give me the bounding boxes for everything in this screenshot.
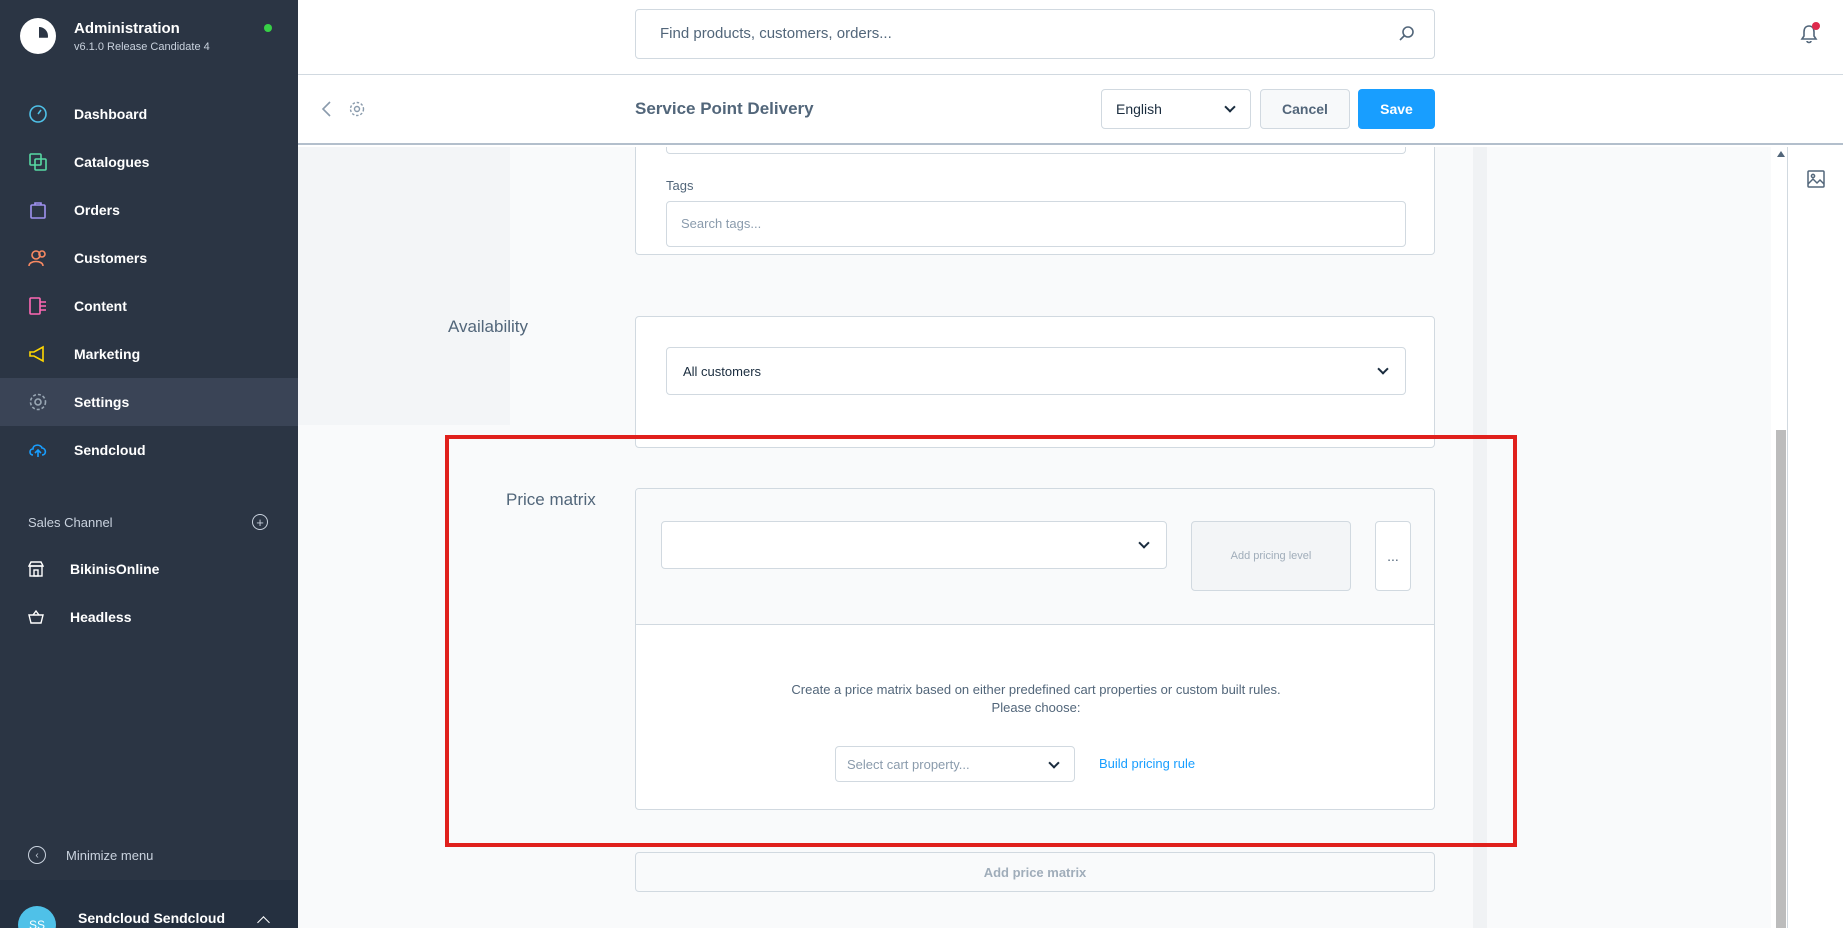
scroll-up-arrow-icon[interactable]	[1777, 151, 1785, 157]
availability-label: Availability	[448, 317, 529, 336]
page-title: Service Point Delivery	[635, 99, 814, 118]
brand-version: v6.1.0 Release Candidate 4	[74, 40, 210, 53]
smartbar: Service Point Delivery English Cancel Sa…	[298, 75, 1843, 145]
user-name: Sendcloud Sendcloud	[78, 910, 226, 926]
chevron-down-icon	[1377, 363, 1389, 375]
right-sidebar	[1787, 147, 1843, 928]
basket-icon	[28, 609, 44, 625]
sidebar-item-label: Marketing	[74, 346, 141, 362]
topbar	[298, 0, 1843, 75]
avatar: SS	[18, 906, 56, 928]
cancel-button[interactable]: Cancel	[1260, 89, 1350, 129]
ghost-overlay	[298, 147, 510, 425]
availability-rule-select[interactable]: All customers	[666, 347, 1406, 395]
chevron-left-icon[interactable]	[320, 100, 334, 118]
search-box[interactable]	[635, 9, 1435, 59]
chevron-left-icon: ‹	[28, 846, 46, 864]
status-dot-icon	[264, 24, 272, 32]
search-icon[interactable]	[1398, 25, 1416, 43]
image-icon[interactable]	[1806, 169, 1826, 189]
minimize-menu-button[interactable]: ‹ Minimize menu	[28, 846, 153, 864]
sidebar-item-label: Sendcloud	[74, 442, 146, 458]
sidebar-item-sendcloud[interactable]: Sendcloud	[0, 426, 298, 474]
sidebar-item-label: Settings	[74, 394, 130, 410]
sales-channel-label: Headless	[70, 609, 132, 625]
sidebar-item-content[interactable]: Content	[0, 282, 298, 330]
sidebar-item-marketing[interactable]: Marketing	[0, 330, 298, 378]
sidebar-item-customers[interactable]: Customers	[0, 234, 298, 282]
sales-channel-list: BikinisOnline Headless	[0, 545, 298, 641]
notification-badge	[1812, 22, 1820, 30]
sidebar-item-orders[interactable]: Orders	[0, 186, 298, 234]
sidebar-item-dashboard[interactable]: Dashboard	[0, 90, 298, 138]
sidebar-item-settings[interactable]: Settings	[0, 378, 298, 426]
sidebar-item-label: Customers	[74, 250, 148, 266]
storefront-icon	[28, 561, 44, 577]
brand[interactable]: Administration v6.1.0 Release Candidate …	[20, 18, 210, 54]
chevron-down-icon	[1224, 101, 1236, 113]
sales-channel-label: BikinisOnline	[70, 561, 160, 577]
customers-icon	[28, 248, 48, 268]
sales-channel-heading: Sales Channel +	[28, 514, 268, 530]
tags-input[interactable]: Search tags...	[666, 201, 1406, 247]
save-button[interactable]: Save	[1358, 89, 1435, 129]
sendcloud-icon	[28, 440, 48, 460]
language-select[interactable]: English	[1101, 89, 1251, 129]
add-sales-channel-icon[interactable]: +	[252, 514, 268, 530]
catalogues-icon	[28, 152, 48, 172]
dashboard-icon	[28, 104, 48, 124]
previous-field[interactable]	[666, 147, 1406, 154]
user-bar[interactable]: SS Sendcloud Sendcloud	[0, 880, 298, 928]
shopware-logo-icon	[20, 18, 56, 54]
sidebar: Administration v6.1.0 Release Candidate …	[0, 0, 298, 928]
sales-channel-item-bikinisonline[interactable]: BikinisOnline	[0, 545, 298, 593]
sidebar-item-label: Orders	[74, 202, 120, 218]
gear-icon[interactable]	[348, 100, 366, 118]
add-price-matrix-button[interactable]: Add price matrix	[635, 852, 1435, 892]
brand-title: Administration	[74, 19, 180, 37]
availability-card: All customers	[635, 316, 1435, 448]
sidebar-item-label: Content	[74, 298, 127, 314]
chevron-up-icon	[257, 916, 270, 928]
main-nav: Dashboard Catalogues Orders Customers Co…	[0, 90, 298, 474]
sidebar-item-catalogues[interactable]: Catalogues	[0, 138, 298, 186]
scrollbar-thumb[interactable]	[1776, 430, 1786, 928]
sales-channel-item-headless[interactable]: Headless	[0, 593, 298, 641]
orders-icon	[28, 200, 48, 220]
sidebar-item-label: Catalogues	[74, 154, 150, 170]
content-icon	[28, 296, 48, 316]
search-input[interactable]	[660, 25, 1360, 42]
marketing-icon	[28, 344, 48, 364]
highlight-box	[445, 435, 1517, 847]
general-card: Tags Search tags...	[635, 147, 1435, 255]
sidebar-item-label: Dashboard	[74, 106, 148, 122]
tags-label: Tags	[666, 178, 694, 193]
settings-icon	[28, 392, 48, 412]
